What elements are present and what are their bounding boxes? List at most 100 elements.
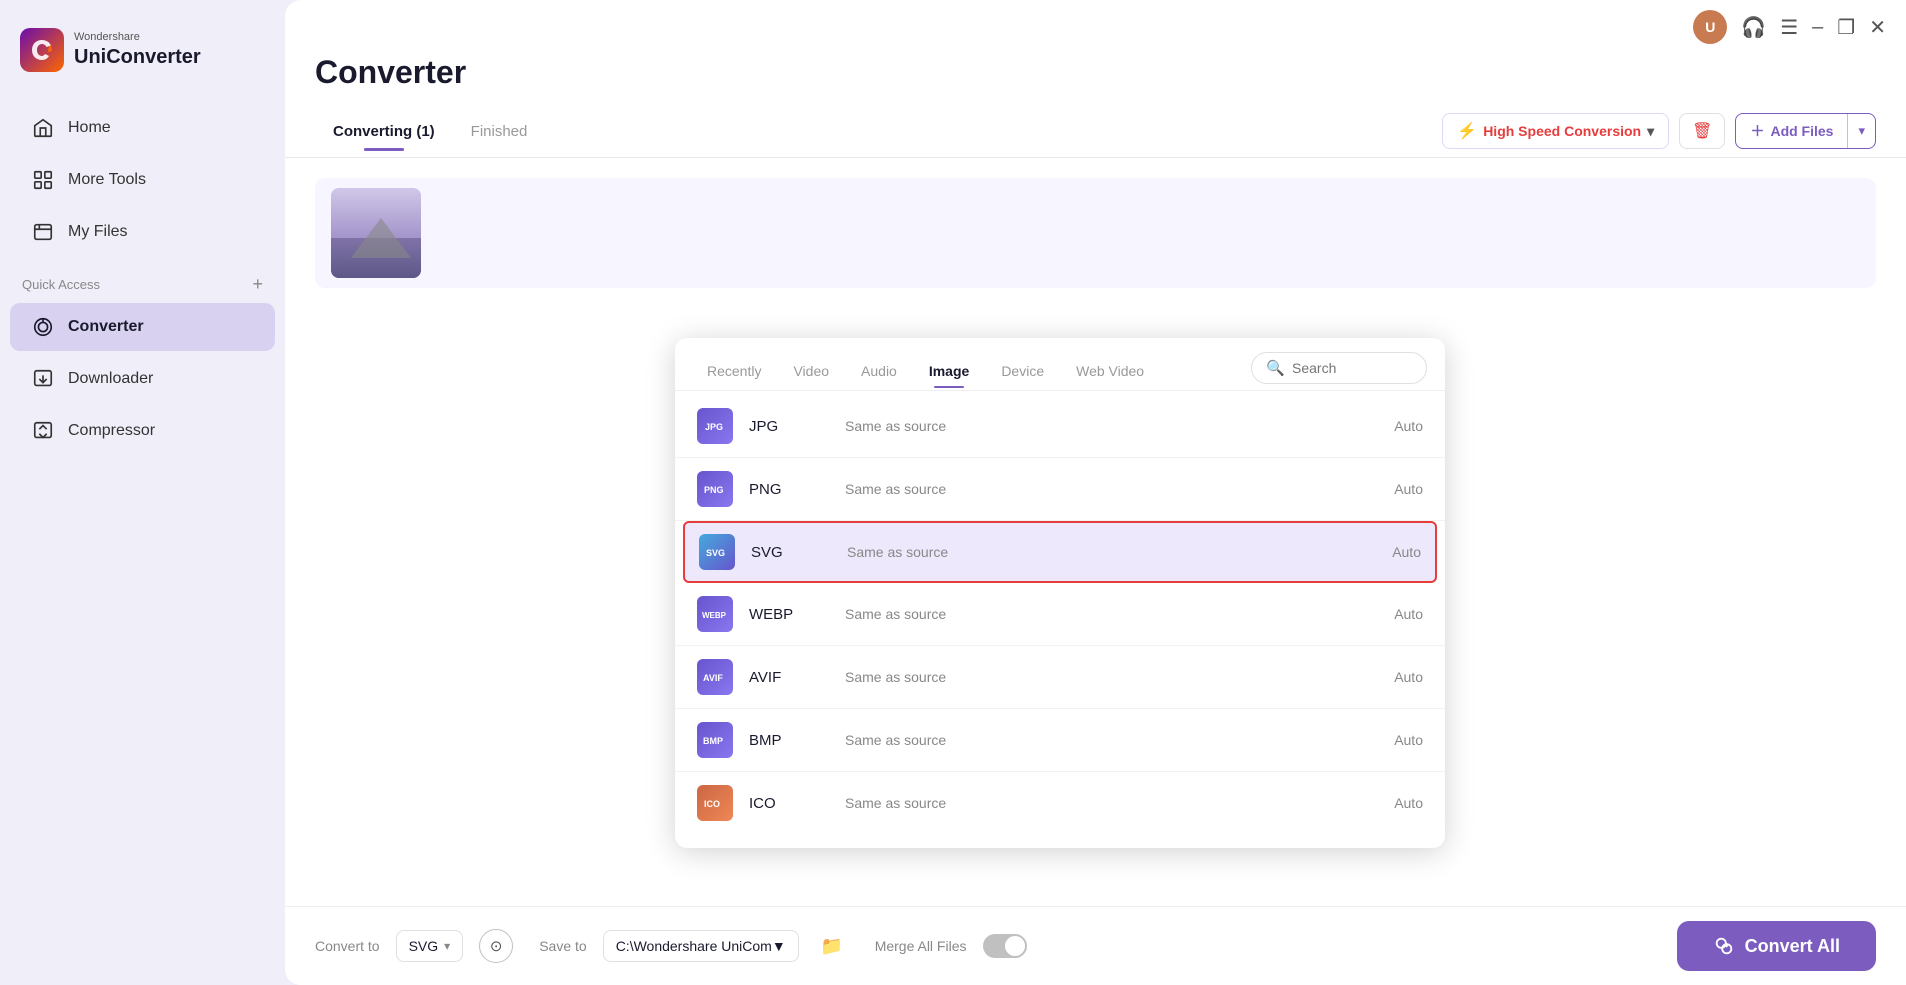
restore-icon[interactable]: ❐ xyxy=(1837,15,1855,40)
merge-toggle[interactable] xyxy=(983,934,1027,958)
sidebar-item-compressor[interactable]: Compressor xyxy=(10,407,275,455)
logo-brand: Wondershare xyxy=(74,31,201,44)
format-tab-video[interactable]: Video xyxy=(779,355,843,387)
format-item-ico[interactable]: ICO ICO Same as source Auto xyxy=(675,772,1445,834)
topbar: U 🎧 ☰ – ❐ ✕ xyxy=(285,0,1906,44)
format-size-bmp: Auto xyxy=(1394,732,1423,748)
merge-label: Merge All Files xyxy=(875,938,967,954)
format-quality-avif: Same as source xyxy=(845,669,1378,685)
bottom-bar: Convert to SVG ▾ ⊙ Save to C:\Wondershar… xyxy=(285,906,1906,985)
more-tools-icon xyxy=(32,169,54,191)
convert-to-chevron-icon: ▾ xyxy=(444,939,450,953)
home-icon xyxy=(32,117,54,139)
save-to-label: Save to xyxy=(539,938,586,954)
quick-access-add-icon[interactable]: + xyxy=(252,274,263,295)
svg-icon: SVG xyxy=(699,534,735,570)
format-size-jpg: Auto xyxy=(1394,418,1423,434)
svg-text:JPG: JPG xyxy=(705,422,723,432)
svg-text:BMP: BMP xyxy=(703,736,723,746)
avatar[interactable]: U xyxy=(1693,10,1727,44)
headset-icon[interactable]: 🎧 xyxy=(1741,15,1766,40)
convert-all-icon xyxy=(1713,935,1735,957)
format-size-ico: Auto xyxy=(1394,795,1423,811)
speed-chevron-icon: ▾ xyxy=(1647,123,1654,140)
app-logo-icon xyxy=(20,28,64,72)
save-path-value: C:\Wondershare UniCom▼ xyxy=(616,938,786,954)
page-title: Converter xyxy=(315,54,1876,91)
sidebar-item-my-files-label: My Files xyxy=(68,223,128,241)
add-files-chevron[interactable]: ▾ xyxy=(1848,116,1875,146)
folder-browse-icon[interactable]: 📁 xyxy=(815,929,849,963)
downloader-icon xyxy=(32,368,54,390)
lightning-icon: ⚡ xyxy=(1457,121,1477,141)
format-name-avif: AVIF xyxy=(749,669,829,686)
delete-button[interactable]: 🗑 xyxy=(1679,113,1725,149)
webp-icon: WEBP xyxy=(697,596,733,632)
svg-text:SVG: SVG xyxy=(706,548,725,558)
logo-area: Wondershare UniConverter xyxy=(0,18,285,102)
format-tab-device[interactable]: Device xyxy=(987,355,1058,387)
tab-finished[interactable]: Finished xyxy=(453,113,546,150)
thumbnail-svg xyxy=(331,188,421,278)
format-search-input[interactable] xyxy=(1292,360,1412,376)
jpg-file-icon: JPG xyxy=(701,412,729,440)
svg-text:WEBP: WEBP xyxy=(702,611,727,620)
convert-all-label: Convert All xyxy=(1745,936,1840,957)
format-item-bmp[interactable]: BMP BMP Same as source Auto xyxy=(675,709,1445,772)
format-tab-recently[interactable]: Recently xyxy=(693,355,775,387)
sidebar-item-my-files[interactable]: My Files xyxy=(10,208,275,256)
jpg-icon: JPG xyxy=(697,408,733,444)
format-tab-list: Recently Video Audio Image Device xyxy=(693,355,1158,387)
minimize-icon[interactable]: – xyxy=(1812,16,1823,39)
format-name-bmp: BMP xyxy=(749,732,829,749)
format-name-svg: SVG xyxy=(751,544,831,561)
add-files-main[interactable]: ＋ Add Files xyxy=(1736,114,1848,148)
format-tab-audio[interactable]: Audio xyxy=(847,355,911,387)
logo-name: UniConverter xyxy=(74,45,201,69)
content-area: Recently Video Audio Image Device xyxy=(285,158,1906,906)
page-header: Converter xyxy=(285,44,1906,105)
format-tab-web-video[interactable]: Web Video xyxy=(1062,355,1158,387)
format-item-png[interactable]: PNG PNG Same as source Auto xyxy=(675,458,1445,521)
save-path-select[interactable]: C:\Wondershare UniCom▼ xyxy=(603,930,799,962)
convert-all-button[interactable]: Convert All xyxy=(1677,921,1876,971)
quick-access-section: Quick Access + xyxy=(0,258,285,301)
format-size-avif: Auto xyxy=(1394,669,1423,685)
format-tab-image[interactable]: Image xyxy=(915,355,983,387)
bmp-icon: BMP xyxy=(697,722,733,758)
format-item-webp[interactable]: WEBP WEBP Same as source Auto xyxy=(675,583,1445,646)
format-quality-svg: Same as source xyxy=(847,544,1376,560)
sidebar-item-converter[interactable]: Converter xyxy=(10,303,275,351)
avif-icon: AVIF xyxy=(697,659,733,695)
toolbar: ⚡ High Speed Conversion ▾ 🗑 ＋ Add Files … xyxy=(1442,105,1876,157)
compressor-icon xyxy=(32,420,54,442)
svg-text:ICO: ICO xyxy=(704,799,720,809)
thumb-img xyxy=(331,188,421,278)
convert-to-label: Convert to xyxy=(315,938,380,954)
format-item-avif[interactable]: AVIF AVIF Same as source Auto xyxy=(675,646,1445,709)
convert-to-select[interactable]: SVG ▾ xyxy=(396,930,464,962)
my-files-icon xyxy=(32,221,54,243)
sidebar-item-compressor-label: Compressor xyxy=(68,422,155,440)
close-icon[interactable]: ✕ xyxy=(1869,15,1886,40)
format-search-box[interactable]: 🔍 xyxy=(1251,352,1427,384)
svg-text:AVIF: AVIF xyxy=(703,673,723,683)
tab-converting[interactable]: Converting (1) xyxy=(315,113,453,150)
target-settings-icon[interactable]: ⊙ xyxy=(479,929,513,963)
format-item-jpg[interactable]: JPG JPG Same as source Auto xyxy=(675,395,1445,458)
tabs-toolbar-row: Converting (1) Finished ⚡ High Speed Con… xyxy=(285,105,1906,158)
format-quality-ico: Same as source xyxy=(845,795,1378,811)
sidebar-item-downloader[interactable]: Downloader xyxy=(10,355,275,403)
menu-icon[interactable]: ☰ xyxy=(1780,15,1798,40)
sidebar-item-more-tools[interactable]: More Tools xyxy=(10,156,275,204)
plus-icon: ＋ xyxy=(1750,121,1764,141)
sidebar-item-home[interactable]: Home xyxy=(10,104,275,152)
logo-text: Wondershare UniConverter xyxy=(74,31,201,68)
page-tabs: Converting (1) Finished xyxy=(315,113,545,150)
sidebar-item-home-label: Home xyxy=(68,119,111,137)
add-files-button[interactable]: ＋ Add Files ▾ xyxy=(1735,113,1876,149)
speed-conversion-button[interactable]: ⚡ High Speed Conversion ▾ xyxy=(1442,113,1669,149)
format-quality-png: Same as source xyxy=(845,481,1378,497)
quick-access-label: Quick Access xyxy=(22,277,100,292)
format-item-svg[interactable]: SVG SVG Same as source Auto xyxy=(683,521,1437,583)
